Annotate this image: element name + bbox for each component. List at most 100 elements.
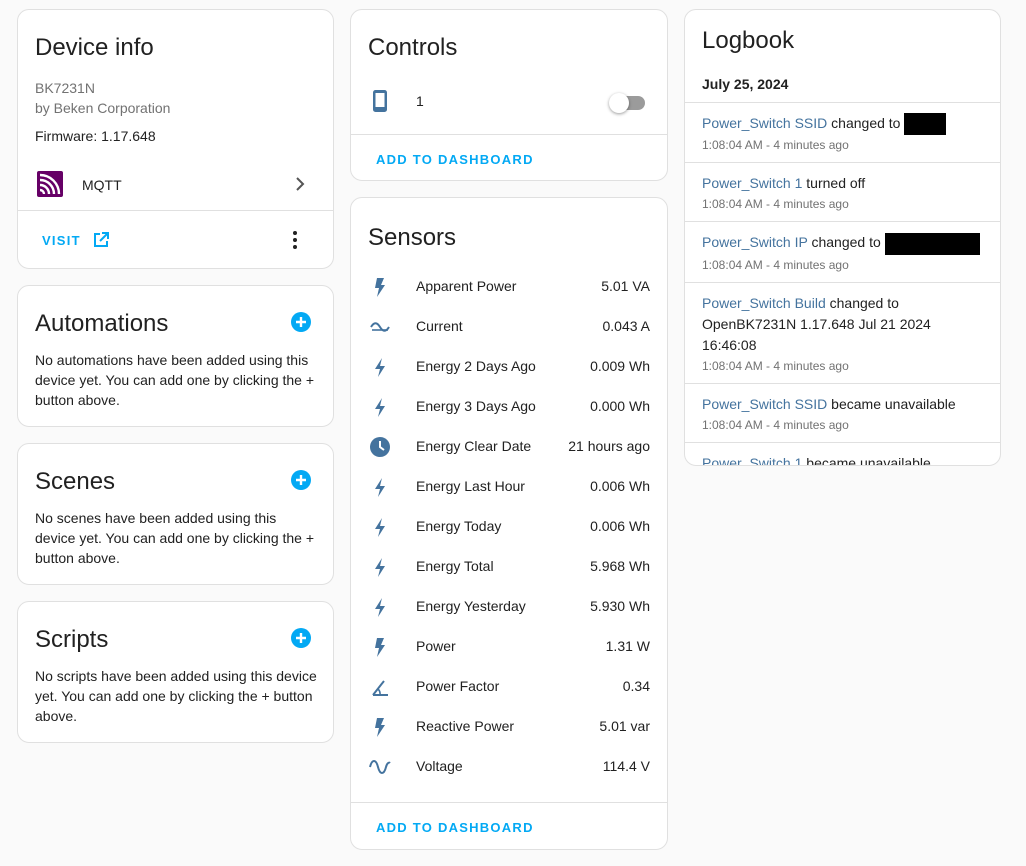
divider (351, 802, 667, 803)
logbook-message: changed to (827, 115, 901, 131)
sensor-value: 5.01 VA (601, 278, 650, 294)
sensor-value: 0.006 Wh (590, 518, 650, 534)
control-toggle[interactable] (609, 90, 647, 114)
mqtt-icon (37, 171, 63, 197)
device-model: BK7231N (35, 80, 95, 96)
mqtt-label: MQTT (82, 177, 122, 193)
divider (18, 210, 333, 211)
logbook-time: 1:08:04 AM - 4 minutes ago (702, 358, 849, 373)
sensor-value: 0.006 Wh (590, 478, 650, 494)
sensor-row[interactable]: Energy Last Hour 0.006 Wh (351, 467, 667, 507)
scripts-card: Scripts No scripts have been added using… (17, 601, 334, 743)
mqtt-integration-row[interactable]: MQTT (18, 165, 333, 207)
logbook-entry-text: Power_Switch IP changed to (702, 232, 984, 255)
current-ac-icon (370, 322, 390, 332)
sensor-name: Energy Clear Date (416, 438, 532, 454)
more-vert-icon[interactable] (291, 228, 299, 252)
sensor-name: Energy 3 Days Ago (416, 398, 536, 414)
lightning-icon (375, 358, 385, 377)
sensor-name: Apparent Power (416, 278, 517, 294)
logbook-title: Logbook (702, 27, 795, 54)
sensor-value: 0.043 A (602, 318, 651, 334)
add-scene-icon[interactable] (291, 470, 311, 490)
sensor-row[interactable]: Reactive Power 5.01 var (351, 707, 667, 747)
automations-description: No automations have been added using thi… (35, 352, 315, 408)
angle-acute-icon (372, 680, 388, 696)
open-in-new-icon (93, 232, 109, 247)
add-script-icon[interactable] (291, 628, 311, 648)
lightning-icon (375, 558, 385, 577)
sensor-value: 0.000 Wh (590, 398, 650, 414)
scenes-description: No scenes have been added using this dev… (35, 510, 315, 566)
sensor-value: 5.968 Wh (590, 558, 650, 574)
logbook-message: became unavailable (827, 395, 956, 412)
sensor-row[interactable]: Energy 2 Days Ago 0.009 Wh (351, 347, 667, 387)
add-automation-icon[interactable] (291, 312, 311, 332)
logbook-entry-text: Power_Switch 1 became unavailable (702, 453, 984, 466)
sensor-row[interactable]: Energy Clear Date 21 hours ago (351, 427, 667, 467)
visit-button[interactable]: VISIT (42, 232, 109, 248)
logbook-entry: Power_Switch SSID became unavailable 1:08… (685, 382, 1000, 442)
logbook-message: changed to (807, 234, 881, 251)
logbook-time: 1:08:04 AM - 4 minutes ago (702, 138, 849, 153)
logbook-entity-link[interactable]: Power_Switch SSID (702, 396, 827, 412)
logbook-entry: Power_Switch IP changed to 1:08:04 AM - 4… (685, 221, 1000, 281)
logbook-entity-link[interactable]: Power_Switch SSID (702, 115, 827, 131)
visit-label: VISIT (42, 232, 81, 248)
sensor-row[interactable]: Energy Total 5.968 Wh (351, 547, 667, 587)
sensors-card: Sensors Apparent Power 5.01 VA Current 0.04… (350, 197, 668, 850)
logbook-entity-link[interactable]: Power_Switch 1 (702, 455, 802, 465)
logbook-time: 1:08:04 AM - 4 minutes ago (702, 417, 849, 432)
sensor-name: Current (416, 318, 463, 334)
logbook-card: Logbook July 25, 2024 Power_Switch SSID … (684, 9, 1001, 466)
logbook-date: July 25, 2024 (702, 76, 789, 92)
sensor-name: Energy Yesterday (416, 598, 526, 614)
control-row[interactable]: 1 (351, 84, 667, 128)
cellphone-icon (373, 90, 387, 112)
sensor-value: 5.01 var (599, 718, 650, 734)
sensor-name: Energy 2 Days Ago (416, 358, 536, 374)
controls-add-to-dashboard-button[interactable]: ADD TO DASHBOARD (376, 152, 534, 167)
logbook-message: became unavailable (802, 454, 931, 466)
lightning-icon (375, 478, 385, 497)
control-name: 1 (416, 93, 424, 109)
sensor-row[interactable]: Voltage 114.4 V (351, 747, 667, 787)
sensor-name: Energy Total (416, 558, 494, 574)
logbook-entry-text: Power_Switch SSID changed to (702, 113, 984, 136)
logbook-entries: Power_Switch SSID changed to 1:08:04 AM -… (685, 102, 1000, 466)
sensors-title: Sensors (368, 224, 457, 251)
sensor-value: 114.4 V (602, 758, 650, 774)
sensor-row[interactable]: Energy Today 0.006 Wh (351, 507, 667, 547)
logbook-entity-link[interactable]: Power_Switch 1 (702, 175, 802, 191)
logbook-entry: Power_Switch 1 turned off 1:08:04 AM - 4 … (685, 162, 1000, 221)
logbook-entity-link[interactable]: Power_Switch IP (702, 234, 808, 250)
logbook-entry: Power_Switch SSID changed to 1:08:04 AM -… (685, 102, 1000, 162)
logbook-entity-link[interactable]: Power_Switch Build (702, 295, 826, 311)
logbook-entry-text: Power_Switch Build changed to OpenBK7231… (702, 293, 984, 356)
sensor-row[interactable]: Current 0.043 A (351, 307, 667, 347)
logbook-entry-text: Power_Switch SSID became unavailable (702, 394, 984, 415)
logbook-time: 1:08:04 AM - 4 minutes ago (702, 257, 849, 272)
device-manufacturer: by Beken Corporation (35, 100, 171, 116)
sensor-value: 5.930 Wh (590, 598, 650, 614)
sensor-name: Voltage (416, 758, 463, 774)
sensor-name: Power Factor (416, 678, 500, 694)
sensor-row[interactable]: Energy 3 Days Ago 0.000 Wh (351, 387, 667, 427)
redacted-block (884, 232, 980, 255)
flash-icon (375, 638, 385, 657)
device-firmware: Firmware: 1.17.648 (35, 128, 156, 144)
sensor-row[interactable]: Apparent Power 5.01 VA (351, 267, 667, 307)
logbook-entry-text: Power_Switch 1 turned off (702, 173, 984, 194)
scenes-card: Scenes No scenes have been added using t… (17, 443, 334, 585)
sensor-row[interactable]: Energy Yesterday 5.930 Wh (351, 587, 667, 627)
automations-card: Automations No automations have been add… (17, 285, 334, 427)
scripts-title: Scripts (35, 626, 109, 653)
sensor-row[interactable]: Power Factor 0.34 (351, 667, 667, 707)
sensor-name: Energy Today (416, 518, 502, 534)
sensor-value: 1.31 W (605, 638, 650, 654)
flash-icon (375, 278, 385, 297)
sensor-row[interactable]: Power 1.31 W (351, 627, 667, 667)
sensors-add-to-dashboard-button[interactable]: ADD TO DASHBOARD (376, 820, 534, 835)
scripts-description: No scripts have been added using this de… (35, 668, 317, 724)
toggle-knob (609, 93, 629, 113)
